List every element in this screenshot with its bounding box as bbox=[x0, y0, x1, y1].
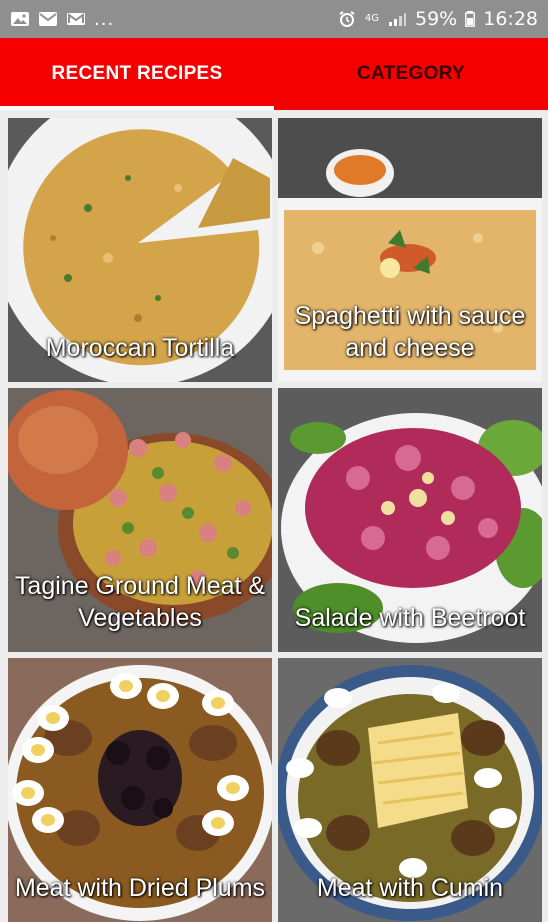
recipe-title: Meat with Cumin bbox=[316, 874, 504, 902]
recipe-card[interactable]: Tagine Ground Meat & Vegetables bbox=[8, 388, 272, 652]
network-type: 4G bbox=[364, 13, 379, 24]
recipe-title: Meat with Dried Plums bbox=[14, 874, 266, 902]
mail-icon bbox=[66, 11, 86, 27]
recipe-title: Spaghetti with sauce and cheese bbox=[294, 302, 526, 362]
clock: 16:28 bbox=[483, 8, 538, 30]
status-bar: ... 4G 59% 16:28 bbox=[0, 0, 548, 38]
recipe-card[interactable]: Meat with Cumin bbox=[278, 658, 542, 922]
recipe-title: Tagine Ground Meat & Vegetables bbox=[14, 572, 266, 632]
battery-icon bbox=[465, 11, 476, 27]
recipe-card[interactable]: Moroccan Tortilla bbox=[8, 118, 272, 382]
tab-recent-recipes[interactable]: RECENT RECIPES bbox=[0, 38, 274, 110]
recipe-title: Moroccan Tortilla bbox=[45, 334, 235, 362]
recipe-grid: Moroccan Tortilla Spaghetti with sauce a… bbox=[0, 110, 548, 922]
signal-icon bbox=[387, 11, 407, 27]
recipe-title: Salade with Beetroot bbox=[294, 604, 526, 632]
recipe-card[interactable]: Salade with Beetroot bbox=[278, 388, 542, 652]
more-notifications: ... bbox=[94, 8, 115, 30]
alarm-icon bbox=[337, 11, 357, 27]
recipe-card[interactable]: Spaghetti with sauce and cheese bbox=[278, 118, 542, 382]
tab-bar: RECENT RECIPES CATEGORY bbox=[0, 38, 548, 110]
tab-category[interactable]: CATEGORY bbox=[274, 38, 548, 110]
gallery-icon bbox=[10, 11, 30, 27]
messages-icon bbox=[38, 11, 58, 27]
battery-level: 59% bbox=[415, 8, 458, 30]
recipe-card[interactable]: Meat with Dried Plums bbox=[8, 658, 272, 922]
